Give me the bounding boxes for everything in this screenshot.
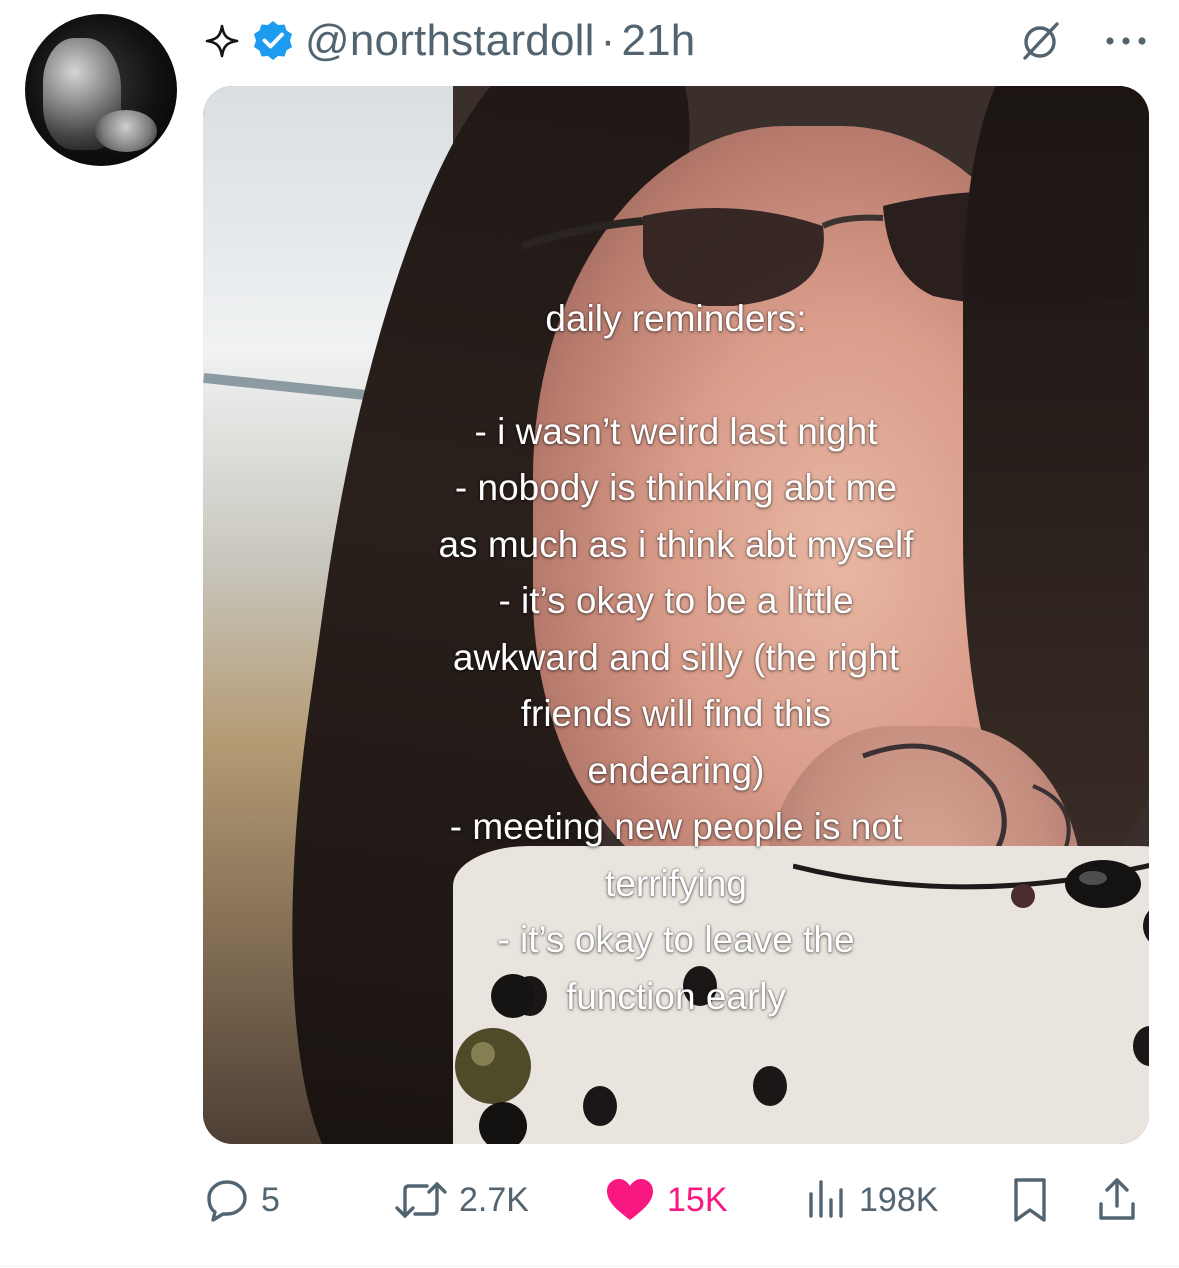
reply-button[interactable]: 5 (203, 1172, 280, 1228)
caption-line: function early (565, 975, 787, 1017)
handle-text[interactable]: @northstardoll (305, 16, 595, 66)
polka-dot (753, 1066, 787, 1106)
repost-button[interactable]: 2.7K (393, 1172, 529, 1228)
caption-line: - meeting new people is not (449, 806, 903, 847)
sunglasses (521, 191, 1143, 306)
caption-line: terrifying (605, 862, 747, 904)
tweet-header: @northstardoll · 21h (203, 14, 695, 68)
avatar-figure-detail (95, 110, 157, 152)
caption-line: endearing) (587, 749, 765, 791)
views-count: 198K (859, 1180, 939, 1219)
more-icon[interactable] (1103, 34, 1149, 48)
caption-title: daily reminders: (545, 298, 807, 339)
caption-line: - it’s okay to be a little (498, 580, 854, 621)
verified-icon[interactable] (251, 19, 295, 63)
timestamp[interactable]: 21h (621, 16, 695, 66)
avatar[interactable] (25, 14, 177, 166)
bookmark-button[interactable] (1008, 1172, 1052, 1228)
tweet: @northstardoll · 21h daily reminders: - … (0, 0, 1179, 1268)
caption-line: - i wasn’t weird last night (474, 410, 878, 452)
action-bar: 5 2.7K 15K 198K (203, 1172, 1149, 1228)
heart-icon (607, 1179, 653, 1220)
author-handle[interactable]: @northstardoll · 21h (305, 16, 695, 66)
share-button[interactable] (1095, 1172, 1139, 1228)
reply-count: 5 (261, 1180, 280, 1219)
header-actions (1017, 14, 1149, 68)
share-icon (1099, 1178, 1135, 1220)
polka-dot (1133, 1026, 1149, 1066)
caption-line: as much as i think abt myself (438, 523, 914, 565)
bottom-divider (0, 1266, 1179, 1267)
bookmark-icon (1014, 1178, 1046, 1222)
separator-dot: · (600, 16, 616, 65)
reply-icon (207, 1180, 247, 1222)
like-count: 15K (667, 1180, 728, 1219)
views-button[interactable]: 198K (803, 1172, 938, 1228)
repost-count: 2.7K (459, 1180, 529, 1219)
caption-line: - nobody is thinking abt me (454, 467, 898, 508)
like-button[interactable]: 15K (603, 1172, 728, 1228)
grok-icon[interactable] (1017, 18, 1063, 64)
post-media[interactable]: daily reminders: - i wasn’t weird last n… (203, 86, 1149, 1144)
caption-line: friends will find this (520, 693, 832, 734)
repost-icon (395, 1182, 447, 1218)
overlay-caption: daily reminders: - i wasn’t weird last n… (203, 291, 1149, 1025)
sparkle-icon (203, 22, 241, 60)
polka-dot (583, 1086, 617, 1126)
caption-line: awkward and silly (the right (452, 636, 900, 678)
caption-line: - it’s okay to leave the (497, 919, 855, 960)
views-icon (809, 1180, 843, 1218)
